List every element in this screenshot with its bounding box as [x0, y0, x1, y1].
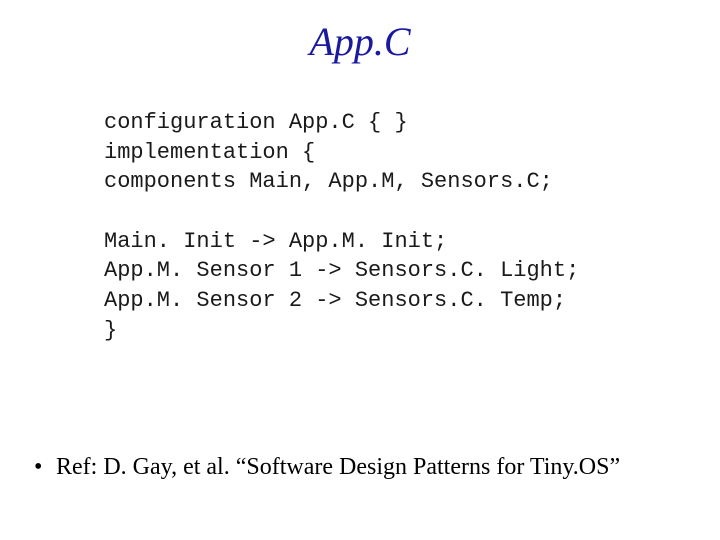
reference-text: Ref: D. Gay, et al. “Software Design Pat… — [56, 454, 620, 480]
reference-line: •Ref: D. Gay, et al. “Software Design Pa… — [34, 454, 620, 481]
code-line-3: components Main, App.M, Sensors.C; — [104, 169, 553, 194]
bullet-icon: • — [34, 454, 56, 481]
code-block: configuration App.C { } implementation {… — [104, 108, 579, 346]
code-line-2: implementation { — [104, 140, 315, 165]
code-line-5: Main. Init -> App.M. Init; — [104, 229, 447, 254]
code-line-6: App.M. Sensor 1 -> Sensors.C. Light; — [104, 258, 579, 283]
code-line-1: configuration App.C { } — [104, 110, 408, 135]
slide-title: App.C — [0, 18, 720, 65]
code-line-7: App.M. Sensor 2 -> Sensors.C. Temp; — [104, 288, 566, 313]
code-line-8: } — [104, 318, 117, 343]
slide: App.C configuration App.C { } implementa… — [0, 0, 720, 540]
